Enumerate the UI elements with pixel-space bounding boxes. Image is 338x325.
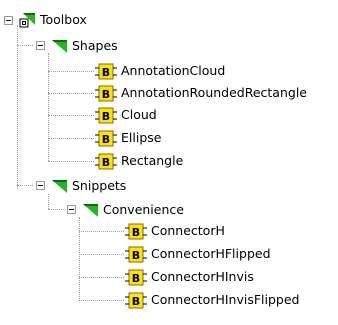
- tree-connector: [17, 45, 33, 46]
- tree-item-annotationcloud[interactable]: B AnnotationCloud: [95, 61, 225, 81]
- tree-item-rectangle[interactable]: B Rectangle: [95, 151, 183, 171]
- tree-connector: [48, 53, 49, 161]
- svg-text:B: B: [132, 295, 140, 308]
- collapse-toggle-convenience[interactable]: [67, 205, 76, 214]
- tree-connector: [48, 115, 94, 116]
- tree-connector: [48, 93, 94, 94]
- tree-item-label: ConnectorHInvis: [151, 269, 254, 284]
- b-block-icon: B: [125, 223, 147, 239]
- b-block-icon: B: [95, 85, 117, 101]
- b-block-icon: B: [125, 292, 147, 308]
- svg-text:B: B: [102, 156, 110, 169]
- collapse-toggle-toolbox[interactable]: [4, 16, 13, 25]
- svg-text:B: B: [102, 88, 110, 101]
- tree-item-label: ConnectorHFlipped: [151, 246, 271, 261]
- tree-node-snippets[interactable]: Snippets: [51, 176, 126, 196]
- tree-node-shapes[interactable]: Shapes: [51, 36, 118, 56]
- svg-text:B: B: [102, 66, 110, 79]
- tree-connector: [48, 138, 94, 139]
- b-block-icon: B: [95, 107, 117, 123]
- tree-connector: [79, 300, 124, 301]
- tree-item-label: AnnotationCloud: [121, 63, 226, 78]
- tree-connector: [48, 194, 49, 209]
- b-block-icon: B: [95, 153, 117, 169]
- tree-item-connectorh[interactable]: B ConnectorH: [125, 221, 225, 241]
- svg-text:B: B: [102, 133, 110, 146]
- b-block-icon: B: [125, 269, 147, 285]
- svg-text:B: B: [102, 110, 110, 123]
- tree-item-annotationroundedrectangle[interactable]: B AnnotationRoundedRectangle: [95, 83, 307, 103]
- tree-item-label: Cloud: [121, 107, 157, 122]
- svg-text:B: B: [132, 272, 140, 285]
- tree-connector: [79, 254, 124, 255]
- tree-connector: [79, 231, 124, 232]
- tree-item-label: ConnectorH: [151, 223, 225, 238]
- green-triangle-folder-icon: [52, 40, 67, 53]
- tree-item-connectorhinvis[interactable]: B ConnectorHInvis: [125, 267, 254, 287]
- tree-node-label: Toolbox: [40, 12, 87, 27]
- tree-connector: [48, 209, 64, 210]
- tree-item-label: Ellipse: [121, 130, 162, 145]
- collapse-toggle-shapes[interactable]: [36, 41, 45, 50]
- tree-item-ellipse[interactable]: B Ellipse: [95, 128, 161, 148]
- toolbox-root-icon: [19, 13, 35, 28]
- tree-connector: [79, 217, 80, 301]
- tree-node-toolbox[interactable]: Toolbox: [19, 10, 87, 30]
- tree-connector: [48, 161, 94, 162]
- green-triangle-folder-icon: [83, 204, 98, 217]
- tree-connector: [48, 71, 94, 72]
- tree-connector: [17, 25, 18, 189]
- tree-node-label: Shapes: [72, 38, 118, 53]
- green-triangle-folder-icon: [52, 180, 67, 193]
- svg-text:B: B: [132, 226, 140, 239]
- tree-item-label: AnnotationRoundedRectangle: [121, 85, 307, 100]
- tree-item-connectorhflipped[interactable]: B ConnectorHFlipped: [125, 244, 271, 264]
- tree-item-connectorhinvisflipped[interactable]: B ConnectorHInvisFlipped: [125, 290, 300, 310]
- tree-node-convenience[interactable]: Convenience: [82, 200, 184, 220]
- tree-connector: [79, 277, 124, 278]
- tree-item-cloud[interactable]: B Cloud: [95, 105, 157, 125]
- b-block-icon: B: [95, 63, 117, 79]
- tree-item-label: ConnectorHInvisFlipped: [151, 292, 300, 307]
- b-block-icon: B: [125, 246, 147, 262]
- tree-node-label: Convenience: [103, 202, 184, 217]
- tree-item-label: Rectangle: [121, 153, 184, 168]
- collapse-toggle-snippets[interactable]: [36, 181, 45, 190]
- tree-node-label: Snippets: [72, 178, 127, 193]
- toolbox-tree-view[interactable]: Toolbox Shapes B AnnotationCloud B Annot…: [0, 0, 338, 325]
- svg-text:B: B: [132, 249, 140, 262]
- tree-connector: [17, 185, 33, 186]
- b-block-icon: B: [95, 130, 117, 146]
